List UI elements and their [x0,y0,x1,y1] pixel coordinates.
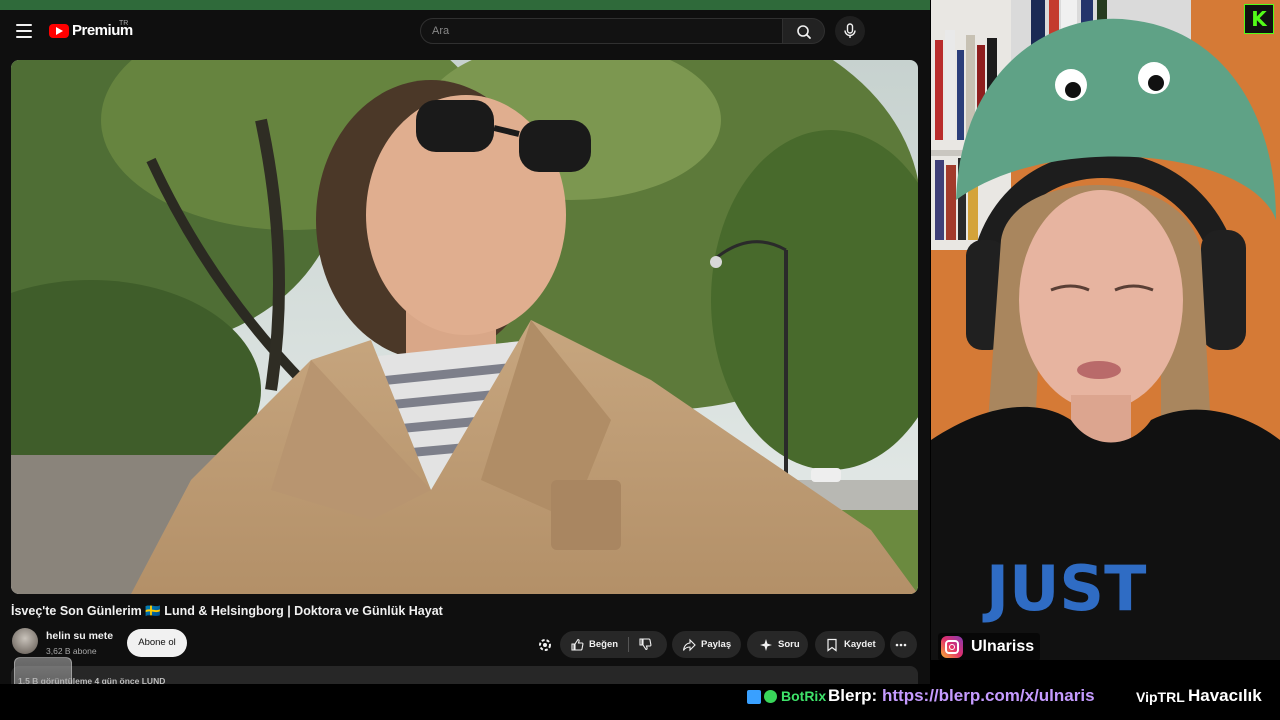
video-player[interactable] [11,60,918,594]
sparkle-settings-button[interactable] [536,636,554,654]
bot-name: BotRix [781,688,827,704]
like-dislike-group: Beğen [560,631,667,658]
channel-name[interactable]: helin su mete [46,630,113,642]
kick-logo-letter: K [1251,7,1267,31]
microphone-icon [844,23,856,38]
top-accent-bar [0,0,930,10]
blerp-label: Blerp: [828,686,878,705]
video-frame [11,60,918,594]
instagram-handle: Ulnariss [971,638,1035,655]
like-divider [628,637,629,652]
svg-text:JUST: JUST [982,552,1146,625]
video-title: İsveç'te Son Günlerim 🇸🇪 Lund & Helsingb… [11,604,443,618]
share-icon [682,638,696,651]
instagram-icon [941,636,963,658]
webcam-frame: JUST [931,0,1280,660]
youtube-header: Premium TR Ara [0,10,930,54]
save-label: Kaydet [844,639,876,650]
botrix-icon [747,690,761,704]
voice-search-button[interactable] [835,16,865,46]
search-icon [797,25,811,39]
search-input[interactable]: Ara [420,18,783,44]
cup-overlay [14,657,72,684]
streamer-webcam: JUST [931,0,1280,660]
bookmark-icon [827,638,837,652]
vip-username: VipTRL [1136,689,1185,705]
share-label: Paylaş [701,639,732,650]
verified-check-icon [764,690,777,703]
like-button[interactable]: Beğen [589,639,618,650]
vip-message: Havacılık [1188,686,1262,705]
youtube-window: Premium TR Ara İsveç'te Son Günlerim 🇸🇪 … [0,0,930,684]
thumbs-up-icon [571,638,584,651]
country-code: TR [119,20,129,27]
more-actions-button[interactable] [890,631,917,658]
youtube-play-icon [49,23,69,38]
ask-button[interactable]: Soru [747,631,808,658]
more-horizontal-icon [895,643,907,646]
blerp-link[interactable]: https://blerp.com/x/ulnaris [882,686,1095,706]
thumbs-down-icon[interactable] [638,637,652,651]
channel-avatar[interactable] [12,628,38,654]
save-button[interactable]: Kaydet [815,631,885,658]
ask-label: Soru [778,639,800,650]
gear-icon [539,639,551,651]
search-button[interactable] [783,18,825,44]
share-button[interactable]: Paylaş [672,631,741,658]
instagram-tag: Ulnariss [938,633,1041,661]
hamburger-menu-icon[interactable] [16,24,32,38]
kick-logo: K [1244,4,1274,34]
subscriber-count: 3,62 B abone [46,646,97,656]
subscribe-button[interactable]: Abone ol [127,629,187,657]
sparkle-icon [760,638,772,651]
